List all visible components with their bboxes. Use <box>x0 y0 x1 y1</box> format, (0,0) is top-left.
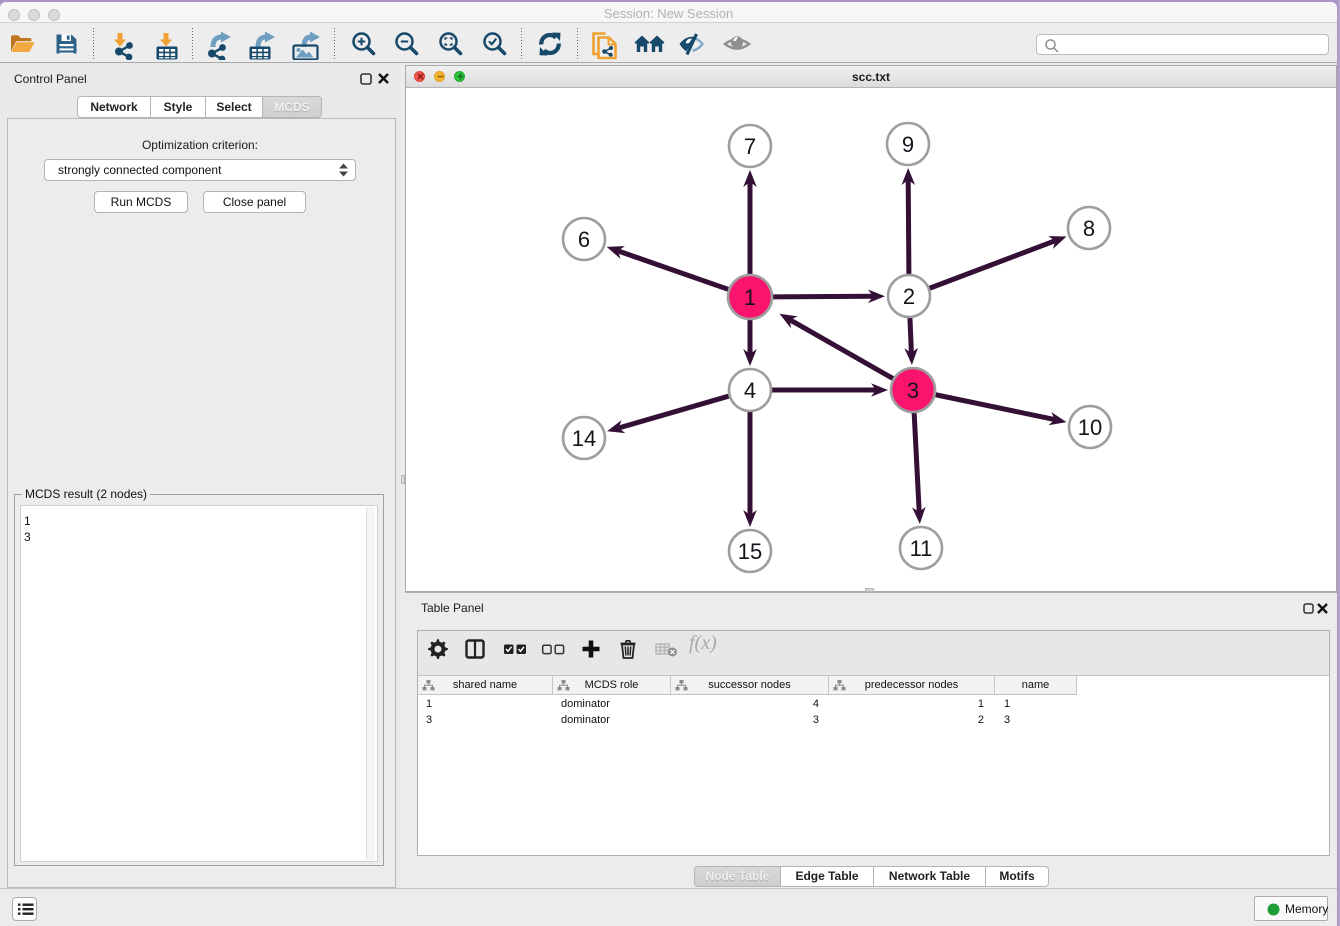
svg-text:15: 15 <box>738 539 762 564</box>
svg-text:10: 10 <box>1078 415 1102 440</box>
svg-text:2: 2 <box>903 284 915 309</box>
svg-text:4: 4 <box>744 378 756 403</box>
svg-text:1: 1 <box>744 285 756 310</box>
svg-text:14: 14 <box>572 426 596 451</box>
svg-text:8: 8 <box>1083 216 1095 241</box>
svg-text:9: 9 <box>902 132 914 157</box>
svg-text:3: 3 <box>907 378 919 403</box>
svg-text:6: 6 <box>578 227 590 252</box>
svg-text:7: 7 <box>744 134 756 159</box>
svg-text:11: 11 <box>910 536 933 561</box>
